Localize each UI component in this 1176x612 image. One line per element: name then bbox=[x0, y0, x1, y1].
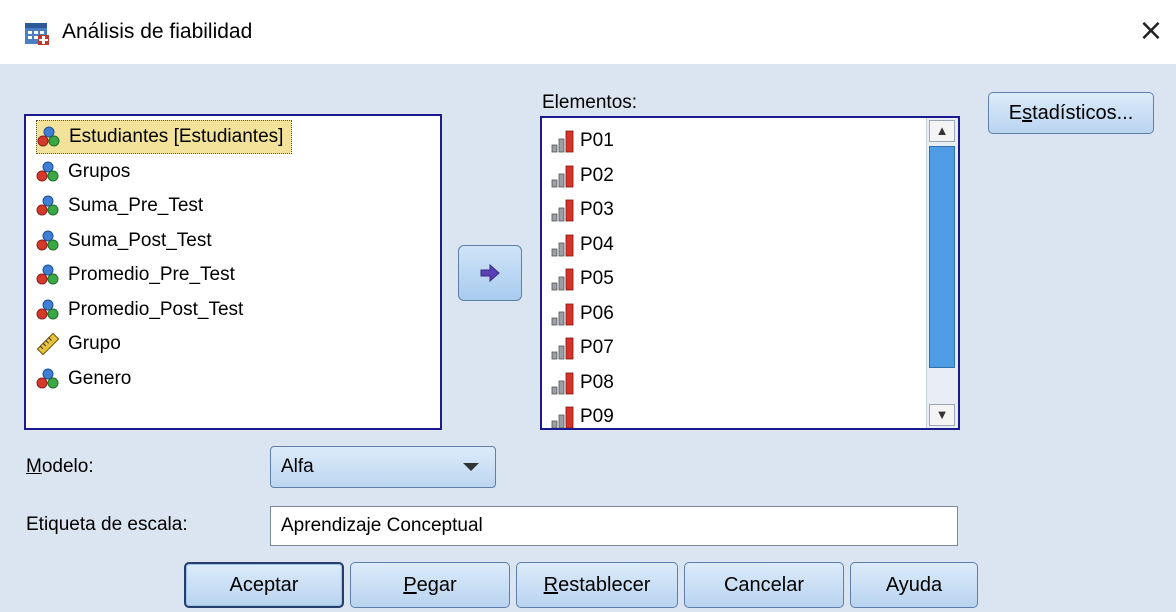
close-icon[interactable]: × bbox=[1134, 14, 1168, 48]
source-list-item[interactable]: Promedio_Post_Test bbox=[36, 293, 251, 327]
items-list-item[interactable]: P02 bbox=[550, 159, 614, 193]
statistics-button[interactable]: Es tadísticos... bbox=[988, 92, 1154, 134]
items-list-item-label: P09 bbox=[580, 406, 614, 427]
chevron-down-icon bbox=[463, 463, 479, 471]
scale-label-input[interactable] bbox=[270, 506, 958, 546]
cancel-button[interactable]: Cancelar bbox=[684, 562, 844, 608]
items-list[interactable]: P01 P02 P03 P04 P05 P06 P07 P08 P09 ▲ ▼ bbox=[540, 116, 960, 430]
items-list-item[interactable]: P05 bbox=[550, 262, 614, 296]
window-title: Análisis de fiabilidad bbox=[62, 20, 253, 43]
source-list-item-label: Genero bbox=[68, 367, 132, 389]
source-list-item-label: Estudiantes [Estudiantes] bbox=[69, 126, 284, 147]
source-list-item-body: Suma_Post_Test bbox=[36, 225, 220, 257]
items-list-item-label: P07 bbox=[580, 337, 614, 358]
ordinal-variable-icon bbox=[550, 371, 576, 395]
items-list-item-label: P05 bbox=[580, 268, 614, 289]
ordinal-variable-icon bbox=[550, 233, 576, 257]
source-list-item[interactable]: Suma_Pre_Test bbox=[36, 189, 211, 223]
scale-label-caption: Etiqueta de escala: bbox=[26, 514, 188, 535]
items-label: Elementos: bbox=[542, 92, 638, 113]
model-dropdown[interactable]: Alfa bbox=[270, 446, 496, 488]
ordinal-variable-icon bbox=[550, 164, 576, 188]
model-label: Modelo: bbox=[26, 456, 94, 477]
items-list-item-label: P04 bbox=[580, 233, 614, 255]
items-list-item[interactable]: P01 bbox=[550, 124, 614, 158]
ordinal-variable-icon bbox=[550, 267, 576, 291]
scroll-down-icon[interactable]: ▼ bbox=[929, 404, 955, 426]
source-list-item-label: Promedio_Pre_Test bbox=[68, 264, 235, 285]
items-list-item[interactable]: P07 bbox=[550, 331, 614, 365]
help-button[interactable]: Ayuda bbox=[850, 562, 978, 608]
items-list-item[interactable]: P03 bbox=[550, 193, 614, 227]
source-list-item-body: Promedio_Post_Test bbox=[36, 294, 251, 326]
spss-app-icon bbox=[25, 23, 49, 45]
items-list-item[interactable]: P09 bbox=[550, 400, 614, 428]
items-list-item[interactable]: P04 bbox=[550, 228, 614, 262]
source-list-item-body: Genero bbox=[36, 363, 139, 395]
source-list-item-label: Suma_Post_Test bbox=[68, 229, 212, 251]
ordinal-variable-icon bbox=[550, 198, 576, 222]
reset-button[interactable]: Restablecer bbox=[516, 562, 678, 608]
paste-button[interactable]: Pegar bbox=[350, 562, 510, 608]
ordinal-variable-icon bbox=[550, 302, 576, 326]
source-list-item[interactable]: Estudiantes [Estudiantes] bbox=[36, 120, 293, 154]
move-to-items-button[interactable] bbox=[458, 245, 522, 301]
items-list-item[interactable]: P06 bbox=[550, 297, 614, 331]
source-list-item-label: Promedio_Post_Test bbox=[68, 298, 244, 320]
source-list-item-label: Grupo bbox=[68, 333, 121, 354]
source-list-item[interactable]: Promedio_Pre_Test bbox=[36, 258, 243, 292]
nominal-variable-icon bbox=[36, 161, 60, 183]
source-list-item-body: Promedio_Pre_Test bbox=[36, 259, 243, 291]
nominal-variable-icon bbox=[36, 368, 60, 390]
source-list-item-body: Grupo bbox=[36, 328, 129, 360]
scale-ruler-icon bbox=[36, 333, 60, 355]
nominal-variable-icon bbox=[36, 264, 60, 286]
title-bar: Análisis de fiabilidad × bbox=[0, 0, 1176, 64]
source-list-item-body: Estudiantes [Estudiantes] bbox=[36, 120, 293, 154]
ordinal-variable-icon bbox=[550, 336, 576, 360]
arrow-right-icon bbox=[480, 263, 500, 283]
nominal-variable-icon bbox=[37, 126, 61, 148]
ordinal-variable-icon bbox=[550, 405, 576, 428]
source-list-item-body: Grupos bbox=[36, 156, 138, 188]
source-variable-list[interactable]: Estudiantes [Estudiantes] Grupos Suma_Pre_… bbox=[24, 114, 442, 430]
source-list-item[interactable]: Grupo bbox=[36, 327, 129, 361]
ok-button[interactable]: Aceptar bbox=[184, 562, 344, 608]
items-list-item[interactable]: P08 bbox=[550, 366, 614, 400]
source-list-item-label: Suma_Pre_Test bbox=[68, 195, 204, 216]
nominal-variable-icon bbox=[36, 299, 60, 321]
items-list-item-label: P08 bbox=[580, 371, 614, 393]
nominal-variable-icon bbox=[36, 230, 60, 252]
items-list-item-label: P03 bbox=[580, 199, 614, 220]
items-list-item-label: P01 bbox=[580, 130, 614, 151]
items-scrollbar[interactable]: ▲ ▼ bbox=[926, 118, 958, 428]
items-list-item-label: P06 bbox=[580, 302, 614, 324]
ordinal-variable-icon bbox=[550, 129, 576, 153]
source-list-item-label: Grupos bbox=[68, 160, 131, 182]
model-dropdown-value: Alfa bbox=[281, 456, 314, 477]
source-list-item[interactable]: Grupos bbox=[36, 155, 138, 189]
scroll-up-icon[interactable]: ▲ bbox=[929, 120, 955, 142]
source-list-item[interactable]: Suma_Post_Test bbox=[36, 224, 220, 258]
nominal-variable-icon bbox=[36, 195, 60, 217]
source-list-item[interactable]: Genero bbox=[36, 362, 139, 396]
source-list-item-body: Suma_Pre_Test bbox=[36, 190, 211, 222]
scroll-thumb[interactable] bbox=[929, 146, 955, 368]
items-list-item-label: P02 bbox=[580, 164, 614, 186]
